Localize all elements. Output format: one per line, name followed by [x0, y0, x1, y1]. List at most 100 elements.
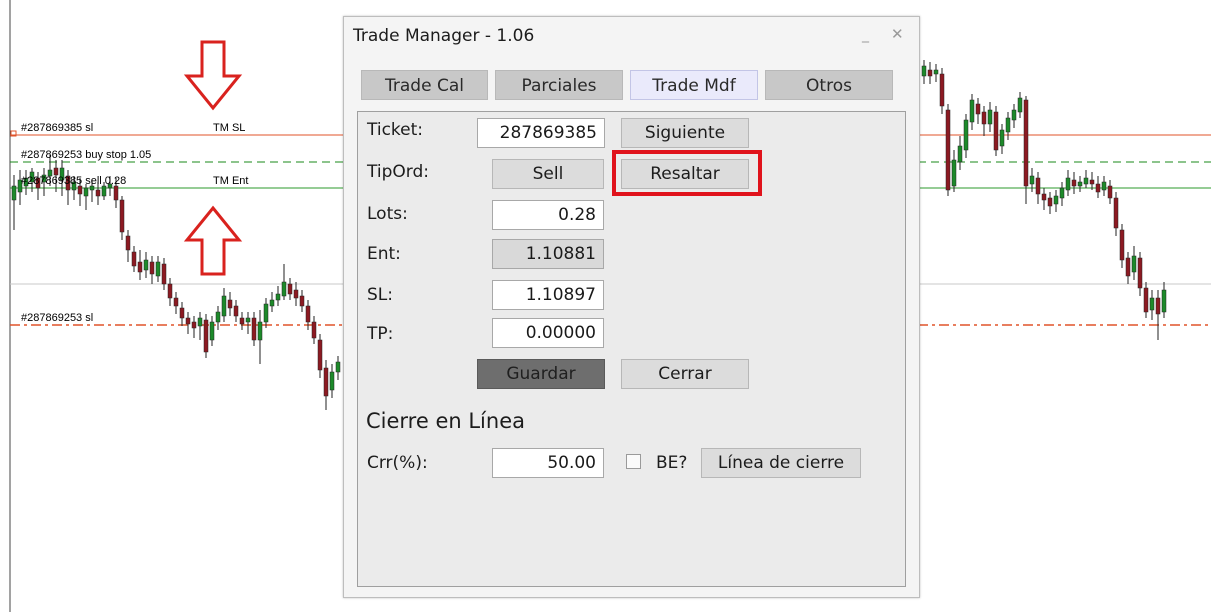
candle-body: [275, 293, 281, 301]
sl-label: SL:: [367, 285, 393, 305]
ticket-field[interactable]: 287869385: [477, 118, 605, 148]
candle-body: [335, 361, 341, 373]
candle-body: [981, 111, 987, 125]
tipord-label: TipOrd:: [367, 162, 429, 182]
trade-manager-dialog: Trade Manager - 1.06 _ ✕ Trade Cal Parci…: [343, 16, 920, 598]
candle-body: [1113, 197, 1119, 229]
candle-body: [305, 305, 311, 323]
candle-body: [185, 317, 191, 325]
sl-line-2-label: #287869253 sl: [21, 312, 94, 324]
buy-stop-line-label: #287869253 buy stop 1.05: [21, 149, 152, 161]
candle-body: [957, 145, 963, 163]
candle-body: [269, 299, 275, 307]
candle-body: [299, 295, 305, 307]
candle-body: [191, 321, 197, 329]
candle-body: [95, 189, 101, 197]
candle-body: [963, 119, 969, 151]
candle-body: [179, 307, 185, 319]
candle-body: [131, 251, 137, 267]
candle-body: [1089, 179, 1095, 185]
tp-field[interactable]: 0.00000: [492, 318, 604, 348]
tm-ent-label: TM Ent: [213, 175, 249, 187]
candle-body: [1143, 287, 1149, 313]
ticket-label: Ticket:: [367, 120, 424, 140]
candle-body: [173, 297, 179, 307]
candle-body: [227, 299, 233, 309]
candle-body: [987, 109, 993, 125]
candle-body: [1131, 255, 1137, 273]
candle-body: [1077, 181, 1083, 187]
candle-body: [1023, 99, 1029, 187]
candle-body: [939, 73, 945, 107]
candle-body: [155, 261, 161, 277]
candle-body: [77, 185, 83, 195]
candle-body: [263, 303, 269, 323]
sl-field[interactable]: 1.10897: [492, 280, 604, 310]
candle-body: [203, 319, 209, 353]
candle-body: [993, 111, 999, 151]
candle-body: [209, 321, 215, 341]
candle-body: [1035, 177, 1041, 195]
candle-body: [167, 283, 173, 299]
candle-body: [143, 259, 149, 271]
arrow-up-icon: [183, 205, 243, 276]
candle-body: [1125, 257, 1131, 277]
tab-otros[interactable]: Otros: [765, 70, 893, 100]
entry-field: 1.10881: [492, 239, 604, 269]
candle-body: [933, 69, 939, 75]
candle-body: [999, 129, 1005, 147]
candle-body: [1155, 297, 1161, 315]
guardar-button[interactable]: Guardar: [477, 359, 605, 389]
crr-field[interactable]: 50.00: [492, 448, 604, 478]
candle-body: [1095, 183, 1101, 193]
dialog-title: Trade Manager - 1.06: [353, 26, 535, 46]
lots-label: Lots:: [367, 204, 408, 224]
candle-body: [281, 281, 287, 297]
arrow-down-icon: [183, 40, 243, 111]
candle-body: [1119, 229, 1125, 261]
candle-body: [1005, 117, 1011, 133]
candle-body: [11, 185, 17, 201]
candle-body: [921, 65, 927, 77]
tab-trade-mdf[interactable]: Trade Mdf: [630, 70, 758, 100]
candle-body: [233, 305, 239, 317]
order-type-sell-button[interactable]: Sell: [492, 159, 604, 189]
candle-body: [311, 321, 317, 339]
candle-body: [1017, 97, 1023, 113]
linea-de-cierre-button[interactable]: Línea de cierre: [701, 448, 861, 478]
candle-body: [1041, 193, 1047, 201]
crr-label: Crr(%):: [367, 453, 428, 473]
ent-label: Ent:: [367, 244, 401, 264]
siguiente-button[interactable]: Siguiente: [621, 118, 749, 148]
candle-body: [323, 367, 329, 397]
sl-line-label: #287869385 sl: [21, 122, 94, 134]
candle-body: [293, 289, 299, 299]
candle-body: [53, 167, 59, 176]
candle-body: [1053, 195, 1059, 205]
lots-field[interactable]: 0.28: [492, 200, 604, 230]
candle-body: [1029, 175, 1035, 185]
highlight-box: [612, 150, 762, 196]
candle-body: [1071, 179, 1077, 187]
cerrar-button[interactable]: Cerrar: [621, 359, 749, 389]
candle-body: [101, 185, 107, 197]
candle-body: [221, 295, 227, 317]
candle-body: [161, 263, 167, 285]
candle-body: [329, 371, 335, 391]
candle-body: [945, 109, 951, 191]
minimize-icon[interactable]: _: [862, 27, 869, 43]
candle-body: [149, 261, 155, 275]
candle-body: [1101, 181, 1107, 191]
candle-body: [1083, 177, 1089, 185]
candle-body: [197, 317, 203, 327]
candle-body: [1161, 289, 1167, 313]
sell-line-label: #287869385 sell 0.28: [21, 175, 127, 187]
be-checkbox[interactable]: [626, 454, 641, 469]
tab-parciales[interactable]: Parciales: [495, 70, 623, 100]
candle-body: [245, 317, 251, 323]
tab-trade-cal[interactable]: Trade Cal: [361, 70, 488, 100]
dialog-titlebar[interactable]: Trade Manager - 1.06 _ ✕: [344, 17, 919, 55]
candle-body: [287, 283, 293, 295]
close-icon[interactable]: ✕: [891, 25, 904, 43]
section-title: Cierre en Línea: [366, 409, 525, 433]
